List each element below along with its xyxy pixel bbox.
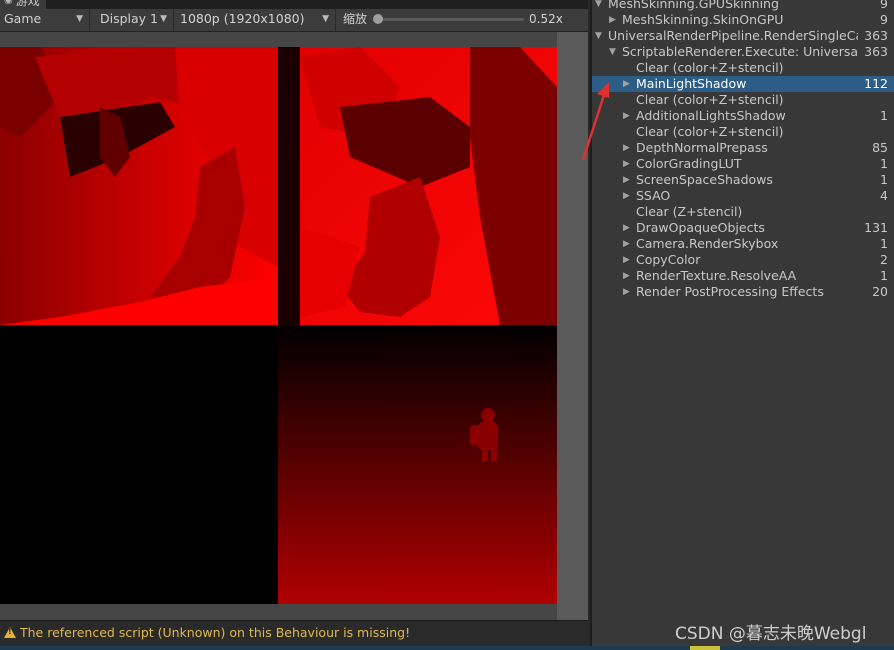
tree-row-label: DepthNormalPrepass (636, 140, 768, 155)
frame-debugger-tree: ▼ MeshSkinning.GPUSkinning 9 ▶ MeshSkinning.… (590, 0, 894, 646)
resolution-dropdown[interactable]: 1080p (1920x1080) ▼ (176, 9, 336, 31)
tree-row[interactable]: Clear (color+Z+stencil) (592, 60, 894, 76)
tree-row-value: 1 (880, 156, 888, 171)
tree-row[interactable]: ▶ DepthNormalPrepass 85 (592, 140, 894, 156)
collapse-arrow-icon[interactable]: ▶ (609, 12, 616, 28)
tree-row[interactable]: Clear (Z+stencil) (592, 204, 894, 220)
collapse-arrow-icon[interactable]: ▶ (623, 220, 630, 236)
tree-row-label: Clear (color+Z+stencil) (636, 60, 784, 75)
collapse-arrow-icon[interactable]: ▶ (623, 252, 630, 268)
tree-row-label: MeshSkinning.SkinOnGPU (622, 12, 784, 27)
tab-game[interactable]: ◉ 游戏 (0, 0, 46, 9)
tree-row[interactable]: ▶ Render PostProcessing Effects 20 (592, 284, 894, 300)
tree-row-value: 20 (872, 284, 888, 299)
status-message: The referenced script (Unknown) on this … (20, 625, 411, 640)
tree-row-label: SSAO (636, 188, 671, 203)
tree-row-value: 9 (880, 12, 888, 27)
collapse-arrow-icon[interactable]: ▶ (623, 284, 630, 300)
tree-row-label: RenderTexture.ResolveAA (636, 268, 797, 283)
game-view-dropdown[interactable]: Game ▼ (0, 9, 90, 31)
tree-row[interactable]: ▶ ScreenSpaceShadows 1 (592, 172, 894, 188)
game-view-panel: ◉ 游戏 Game ▼ Display 1 ▼ 1080p (1920x1080… (0, 0, 588, 650)
display-dropdown[interactable]: Display 1 ▼ (96, 9, 174, 31)
tree-row[interactable]: ▶ MeshSkinning.SkinOnGPU 9 (592, 12, 894, 28)
tree-row[interactable]: ▶ CopyColor 2 (592, 252, 894, 268)
gamepad-icon: ◉ (4, 0, 13, 6)
tree-row[interactable]: ▶ ColorGradingLUT 1 (592, 156, 894, 172)
tree-row-label: Render PostProcessing Effects (636, 284, 824, 299)
warning-icon (4, 627, 16, 638)
display-dropdown-label: Display 1 (100, 11, 159, 26)
tree-row-label: Camera.RenderSkybox (636, 236, 779, 251)
collapse-arrow-icon[interactable]: ▶ (623, 172, 630, 188)
tree-row-label: ColorGradingLUT (636, 156, 742, 171)
console-status-bar[interactable]: The referenced script (Unknown) on this … (0, 620, 588, 647)
shadow-map-render (0, 47, 557, 604)
tree-row[interactable]: ▼ MeshSkinning.GPUSkinning 9 (592, 0, 894, 12)
tree-row-value: 9 (880, 0, 888, 11)
tree-row-value: 1 (880, 172, 888, 187)
scale-slider[interactable] (378, 18, 524, 21)
tree-row-label: MainLightShadow (636, 76, 747, 91)
tree-row-value: 363 (864, 28, 888, 43)
collapse-arrow-icon[interactable]: ▶ (623, 236, 630, 252)
collapse-arrow-icon[interactable]: ▶ (623, 156, 630, 172)
tree-row[interactable]: Clear (color+Z+stencil) (592, 124, 894, 140)
shadow-map-image (0, 47, 557, 604)
tree-row-value: 131 (864, 220, 888, 235)
game-toolbar: Game ▼ Display 1 ▼ 1080p (1920x1080) ▼ 缩… (0, 9, 588, 32)
tree-row-label: MeshSkinning.GPUSkinning (608, 0, 779, 11)
tree-row[interactable]: ▶ RenderTexture.ResolveAA 1 (592, 268, 894, 284)
game-view-dropdown-label: Game (4, 11, 42, 26)
tree-row[interactable]: ▶ AdditionalLightsShadow 1 (592, 108, 894, 124)
tree-row[interactable]: ▼ ScriptableRenderer.Execute: UniversalRe… (592, 44, 894, 60)
tree-row[interactable]: ▶ MainLightShadow 112 (592, 76, 894, 92)
expand-arrow-icon[interactable]: ▼ (595, 0, 602, 12)
tree-row-value: 363 (864, 44, 888, 59)
tree-row-value: 1 (880, 236, 888, 251)
tab-strip: ◉ 游戏 (0, 0, 588, 9)
tree-row-label: ScreenSpaceShadows (636, 172, 773, 187)
tree-row-value: 85 (872, 140, 888, 155)
collapse-arrow-icon[interactable]: ▶ (623, 76, 630, 92)
resolution-dropdown-label: 1080p (1920x1080) (180, 11, 305, 26)
tree-row[interactable]: ▶ DrawOpaqueObjects 131 (592, 220, 894, 236)
tree-row-label: Clear (Z+stencil) (636, 204, 743, 219)
tab-game-label: 游戏 (15, 0, 40, 8)
tree-row-label: Clear (color+Z+stencil) (636, 124, 784, 139)
collapse-arrow-icon[interactable]: ▶ (623, 108, 630, 124)
collapse-arrow-icon[interactable]: ▶ (623, 140, 630, 156)
collapse-arrow-icon[interactable]: ▶ (623, 188, 630, 204)
watermark: CSDN @暮志未晚Webgl (675, 624, 867, 644)
tree-row[interactable]: ▼ UniversalRenderPipeline.RenderSingleCam… (592, 28, 894, 44)
tree-row-label: DrawOpaqueObjects (636, 220, 765, 235)
scale-slider-handle[interactable] (373, 14, 383, 24)
scale-value: 0.52x (529, 12, 563, 26)
annotation-arrow (581, 82, 609, 161)
tree-row-label: Clear (color+Z+stencil) (636, 92, 784, 107)
tree-row-label: UniversalRenderPipeline.RenderSingleCame… (608, 28, 858, 43)
chevron-down-icon: ▼ (160, 14, 167, 24)
tree-row[interactable]: ▶ Camera.RenderSkybox 1 (592, 236, 894, 252)
tree-row[interactable]: Clear (color+Z+stencil) (592, 92, 894, 108)
chevron-down-icon: ▼ (322, 14, 329, 24)
tree-row-label: AdditionalLightsShadow (636, 108, 786, 123)
tree-row-value: 4 (880, 188, 888, 203)
tree-row-value: 2 (880, 252, 888, 267)
tree-row-value: 1 (880, 268, 888, 283)
chevron-down-icon: ▼ (76, 14, 83, 24)
expand-arrow-icon[interactable]: ▼ (609, 44, 616, 60)
taskbar-strip (0, 646, 894, 650)
tree-row-label: ScriptableRenderer.Execute: UniversalRen… (622, 44, 858, 59)
expand-arrow-icon[interactable]: ▼ (595, 28, 602, 44)
tree-row-label: CopyColor (636, 252, 701, 267)
collapse-arrow-icon[interactable]: ▶ (623, 268, 630, 284)
tree-row-value: 1 (880, 108, 888, 123)
tree-row[interactable]: ▶ SSAO 4 (592, 188, 894, 204)
tree-row-value: 112 (864, 76, 888, 91)
scale-label: 缩放 (343, 12, 368, 26)
taskbar-indicator (690, 646, 720, 650)
